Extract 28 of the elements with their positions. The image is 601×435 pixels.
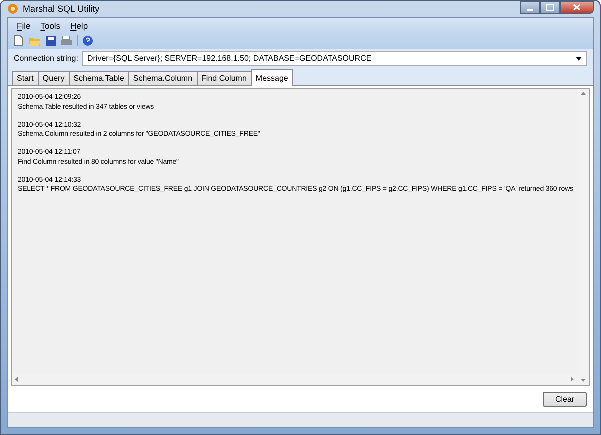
close-icon bbox=[573, 4, 581, 11]
scroll-right-icon[interactable] bbox=[571, 377, 574, 382]
maximize-button[interactable] bbox=[540, 1, 560, 14]
save-icon[interactable] bbox=[46, 36, 56, 46]
tab[interactable]: Schema.Table bbox=[68, 71, 130, 85]
menu-item[interactable]: File bbox=[14, 21, 34, 31]
tab[interactable]: Start bbox=[12, 71, 39, 85]
maximize-icon bbox=[546, 4, 554, 11]
dropdown-arrow-icon[interactable] bbox=[576, 56, 582, 60]
scroll-left-icon[interactable] bbox=[15, 377, 18, 382]
new-file-icon[interactable] bbox=[14, 35, 24, 46]
tab[interactable]: Find Column bbox=[196, 71, 252, 85]
printer-icon[interactable] bbox=[61, 36, 72, 46]
window-title: Marshal SQL Utility bbox=[23, 4, 100, 14]
scroll-up-icon[interactable] bbox=[580, 92, 586, 95]
connection-string-combo[interactable]: Driver={SQL Server}; SERVER=192.168.1.50; DATABASE=GEODATASOURCE bbox=[82, 51, 587, 66]
tab[interactable]: Query bbox=[38, 71, 70, 85]
connection-label: Connection string: bbox=[14, 54, 78, 63]
scroll-down-icon[interactable] bbox=[580, 379, 586, 382]
clear-button[interactable]: Clear bbox=[543, 392, 587, 407]
menu-item[interactable]: Tools bbox=[38, 21, 64, 31]
tab[interactable]: Schema.Column bbox=[128, 71, 198, 85]
tab[interactable]: Message bbox=[250, 69, 294, 86]
app-icon bbox=[7, 3, 19, 15]
close-button[interactable] bbox=[560, 1, 594, 14]
menu-item[interactable]: Help bbox=[68, 21, 92, 31]
help-icon[interactable] bbox=[83, 36, 93, 46]
minimize-button[interactable] bbox=[520, 1, 540, 14]
